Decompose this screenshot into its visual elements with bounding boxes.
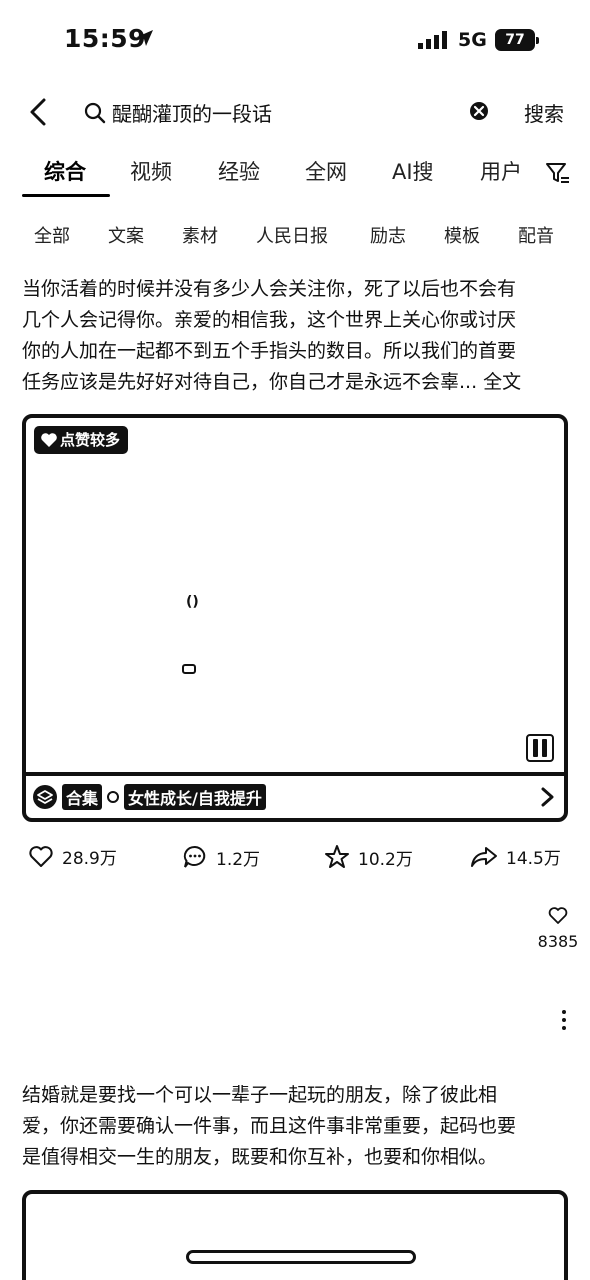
- comment-icon: [183, 845, 206, 868]
- main-tabs: 综合 视频 经验 全网 AI搜 用户: [0, 150, 590, 200]
- chevron-left-icon: [30, 98, 46, 126]
- heart-icon: [41, 433, 57, 447]
- search-icon: [84, 102, 106, 128]
- video-placeholder-mark: (): [186, 594, 199, 610]
- sub-tabs: 全部 文案 素材 人民日报 励志 模板 配音: [0, 218, 590, 254]
- post-line-text: 任务应该是先好好对待自己，你自己才是永远不会辜...: [22, 371, 478, 393]
- subtab-templates[interactable]: 模板: [444, 222, 480, 248]
- network-type: 5G: [458, 29, 487, 51]
- search-button[interactable]: 搜索: [524, 98, 564, 127]
- search-header: 醍醐灌顶的一段话 搜索: [0, 88, 590, 136]
- video-player[interactable]: [22, 1190, 568, 1280]
- filter-icon[interactable]: [544, 160, 570, 190]
- post-line: 当你活着的时候并没有多少人会关注你，死了以后也不会有: [22, 278, 517, 300]
- subtab-dubbing[interactable]: 配音: [518, 222, 554, 248]
- post-line: 任务应该是先好好对待自己，你自己才是永远不会辜... 全文: [22, 367, 570, 398]
- post-line: 是值得相交一生的朋友，既要和你互补，也要和你相似。: [22, 1146, 498, 1168]
- popular-badge: 点赞较多: [34, 426, 129, 454]
- share-count: 14.5万: [506, 849, 561, 869]
- subtab-all[interactable]: 全部: [34, 222, 70, 248]
- signal-icon: [418, 30, 450, 54]
- layers-icon: [33, 785, 57, 809]
- popular-badge-label: 点赞较多: [60, 431, 121, 449]
- post-line: 爱，你还需要确认一件事，而且这件事非常重要，起码也要: [22, 1115, 517, 1137]
- active-tab-indicator: [22, 194, 110, 197]
- loading-icon: [182, 664, 196, 674]
- chevron-right-icon[interactable]: [538, 786, 556, 812]
- more-options-icon[interactable]: [560, 1010, 568, 1034]
- pause-button[interactable]: [526, 734, 554, 762]
- like-count: 28.9万: [62, 849, 117, 869]
- tab-web[interactable]: 全网: [305, 156, 347, 186]
- post-line: 几个人会记得你。亲爱的相信我，这个世界上关心你或讨厌: [22, 309, 517, 331]
- floating-like-count: 8385: [537, 932, 579, 951]
- search-input[interactable]: 醍醐灌顶的一段话: [78, 92, 498, 132]
- subtab-materials[interactable]: 素材: [182, 222, 218, 248]
- comment-button[interactable]: 1.2万: [182, 844, 260, 870]
- floating-like-button[interactable]: 8385: [536, 906, 580, 951]
- tab-ai-search[interactable]: AI搜: [392, 156, 434, 186]
- comment-count: 1.2万: [216, 849, 261, 870]
- tab-users[interactable]: 用户: [480, 156, 522, 186]
- share-button[interactable]: 14.5万: [470, 844, 561, 869]
- video-progress-bar: [186, 1250, 416, 1264]
- collection-label: 合集: [62, 784, 103, 810]
- subtab-inspirational[interactable]: 励志: [370, 222, 406, 248]
- like-button[interactable]: 28.9万: [28, 844, 117, 869]
- post-text[interactable]: 当你活着的时候并没有多少人会关注你，死了以后也不会有 几个人会记得你。亲爱的相信…: [22, 274, 570, 398]
- post-line: 结婚就是要找一个可以一辈子一起玩的朋友，除了彼此相: [22, 1084, 498, 1106]
- collection-bar[interactable]: 合集 女性成长/自我提升: [26, 772, 564, 818]
- favorite-button[interactable]: 10.2万: [324, 844, 413, 870]
- collection-name: 女性成长/自我提升: [124, 784, 266, 810]
- subtab-peoples-daily[interactable]: 人民日报: [256, 222, 328, 248]
- share-icon: [471, 846, 497, 867]
- post-actions: 28.9万 1.2万 10.2万 14.5万: [0, 844, 590, 884]
- tab-video[interactable]: 视频: [130, 156, 172, 186]
- tab-all[interactable]: 综合: [44, 156, 86, 186]
- battery-icon: 77: [495, 29, 539, 51]
- clear-search-icon[interactable]: [468, 100, 490, 126]
- heart-outline-icon: [29, 845, 53, 867]
- post-text[interactable]: 结婚就是要找一个可以一辈子一起玩的朋友，除了彼此相 爱，你还需要确认一件事，而且…: [22, 1080, 570, 1173]
- expand-full-text-link[interactable]: 全文: [483, 371, 521, 393]
- subtab-copywriting[interactable]: 文案: [108, 222, 144, 248]
- heart-outline-icon: [548, 907, 568, 924]
- search-query-text: 醍醐灌顶的一段话: [112, 102, 272, 126]
- tab-experience[interactable]: 经验: [218, 156, 260, 186]
- status-bar: 15:59 5G 77: [0, 0, 590, 80]
- status-time: 15:59: [64, 24, 147, 53]
- back-button[interactable]: [24, 92, 54, 132]
- post-line: 你的人加在一起都不到五个手指头的数目。所以我们的首要: [22, 340, 517, 362]
- location-arrow-icon: [135, 28, 155, 52]
- favorite-count: 10.2万: [358, 849, 413, 870]
- star-icon: [325, 845, 349, 868]
- video-player[interactable]: 点赞较多 () 合集 女性成长/自我提升: [22, 414, 568, 822]
- dot-separator-icon: [107, 791, 120, 803]
